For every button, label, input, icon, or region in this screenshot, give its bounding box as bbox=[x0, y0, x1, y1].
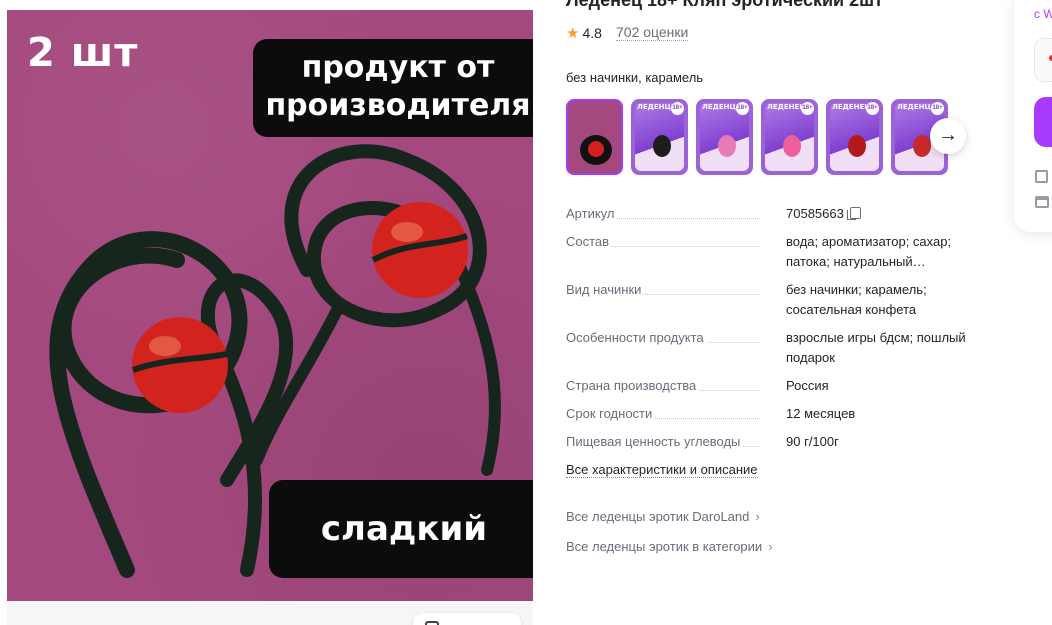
spec-key: Срок годности bbox=[566, 404, 786, 432]
chevron-right-icon: › bbox=[768, 539, 773, 554]
spec-key: Состав bbox=[566, 232, 786, 280]
age-badge: 18+ bbox=[736, 102, 749, 115]
age-badge: 18+ bbox=[931, 102, 944, 115]
thumbnail-2[interactable]: ЛЕДЕНЦЫ 18+ bbox=[631, 99, 688, 175]
thumbnail-1[interactable] bbox=[566, 99, 623, 175]
thumbnail-5[interactable]: ЛЕДЕНЕЦ 18+ bbox=[826, 99, 883, 175]
spec-value: 70585663 bbox=[786, 204, 986, 232]
spec-key-label: Срок годности bbox=[566, 406, 655, 421]
main-product-image[interactable]: 2 шт продукт от производителя сладкий кл… bbox=[7, 10, 533, 601]
product-rating: ★ 4.8 bbox=[566, 24, 602, 42]
spec-key-label: Страна производства bbox=[566, 378, 699, 393]
age-badge: 18+ bbox=[866, 102, 879, 115]
spec-key: Особенности продукта bbox=[566, 328, 786, 376]
copy-icon[interactable] bbox=[846, 207, 861, 220]
specs-list: Артикул 70585663 Состав вода; ароматизат… bbox=[566, 204, 996, 460]
banner-manufacturer: продукт от производителя bbox=[253, 39, 533, 137]
spec-key: Пищевая ценность углеводы bbox=[566, 432, 786, 460]
chevron-right-icon: › bbox=[755, 509, 760, 524]
thumbnail-candy bbox=[913, 135, 931, 157]
spec-value: вода; ароматизатор; сахар; патока; натур… bbox=[786, 234, 952, 269]
wallet-link[interactable]: с W bbox=[1034, 7, 1052, 21]
add-to-cart-button[interactable] bbox=[1034, 97, 1052, 147]
reviews-link[interactable]: 702 оценки bbox=[616, 24, 689, 41]
quantity-label: 2 шт bbox=[27, 30, 139, 76]
category-link[interactable]: Все леденцы эротик в категории › bbox=[566, 539, 773, 554]
spec-row: Срок годности 12 месяцев bbox=[566, 404, 996, 432]
arrow-right-icon: → bbox=[938, 124, 958, 146]
article-number[interactable]: 70585663 bbox=[786, 206, 844, 221]
spec-key: Страна производства bbox=[566, 376, 786, 404]
brand-link-label: Все леденцы эротик DaroLand bbox=[566, 509, 750, 524]
thumbnails-next-button[interactable]: → bbox=[930, 118, 966, 154]
spec-value: взрослые игры бдсм; пошлый подарок bbox=[786, 330, 966, 365]
spec-value: без начинки; карамель; сосательная конфе… bbox=[786, 282, 927, 317]
age-badge: 18+ bbox=[801, 102, 814, 115]
star-icon: ★ bbox=[566, 25, 580, 42]
thumbnail-4[interactable]: ЛЕДЕНЕЦ 18+ bbox=[761, 99, 818, 175]
brand-category-link[interactable]: Все леденцы эротик DaroLand › bbox=[566, 509, 760, 524]
price-box bbox=[1034, 38, 1052, 82]
selected-variant: без начинки, карамель bbox=[566, 70, 704, 85]
age-badge: 18+ bbox=[671, 102, 684, 115]
category-link-label: Все леденцы эротик в категории bbox=[566, 539, 763, 554]
spec-row: Вид начинки без начинки; карамель; сосат… bbox=[566, 280, 996, 328]
thumbnail-candy bbox=[588, 141, 604, 157]
thumbnail-3[interactable]: ЛЕДЕНЦЫ 18+ bbox=[696, 99, 753, 175]
spec-key-label: Особенности продукта bbox=[566, 330, 706, 345]
spec-row: Пищевая ценность углеводы 90 г/100г bbox=[566, 432, 996, 460]
spec-key: Вид начинки bbox=[566, 280, 786, 328]
spec-row: Страна производства Россия bbox=[566, 376, 996, 404]
spec-value: 90 г/100г bbox=[786, 434, 839, 449]
store-icon bbox=[1035, 196, 1049, 208]
thumbnail-label: ЛЕДЕНЕЦ bbox=[832, 103, 871, 111]
spec-key: Артикул bbox=[566, 204, 786, 232]
product-title: Леденец 18+ Кляп эротический 2шт bbox=[566, 0, 883, 10]
compare-icon bbox=[425, 621, 439, 625]
spec-key-label: Состав bbox=[566, 234, 612, 249]
rating-value: 4.8 bbox=[582, 25, 602, 41]
spec-row: Артикул 70585663 bbox=[566, 204, 996, 232]
thumbnail-candy bbox=[783, 135, 801, 157]
spec-value: Россия bbox=[786, 378, 829, 393]
thumbnail-candy bbox=[848, 135, 866, 157]
spec-key-label: Пищевая ценность углеводы bbox=[566, 434, 743, 449]
spec-key-label: Вид начинки bbox=[566, 282, 644, 297]
spec-value: 12 месяцев bbox=[786, 406, 856, 421]
spec-key-label: Артикул bbox=[566, 206, 617, 221]
spec-row: Состав вода; ароматизатор; сахар; патока… bbox=[566, 232, 996, 280]
box-icon bbox=[1035, 170, 1048, 183]
thumbnail-candy bbox=[653, 135, 671, 157]
thumbnail-candy bbox=[718, 135, 736, 157]
thumbnail-label: ЛЕДЕНЕЦ bbox=[767, 103, 806, 111]
compare-button[interactable] bbox=[413, 613, 521, 625]
product-page: 2 шт продукт от производителя сладкий кл… bbox=[0, 0, 1052, 625]
spec-row: Особенности продукта взрослые игры бдсм;… bbox=[566, 328, 996, 376]
banner-sweet-gag: сладкий кляп bbox=[269, 480, 533, 578]
all-specs-link[interactable]: Все характеристики и описание bbox=[566, 462, 758, 478]
